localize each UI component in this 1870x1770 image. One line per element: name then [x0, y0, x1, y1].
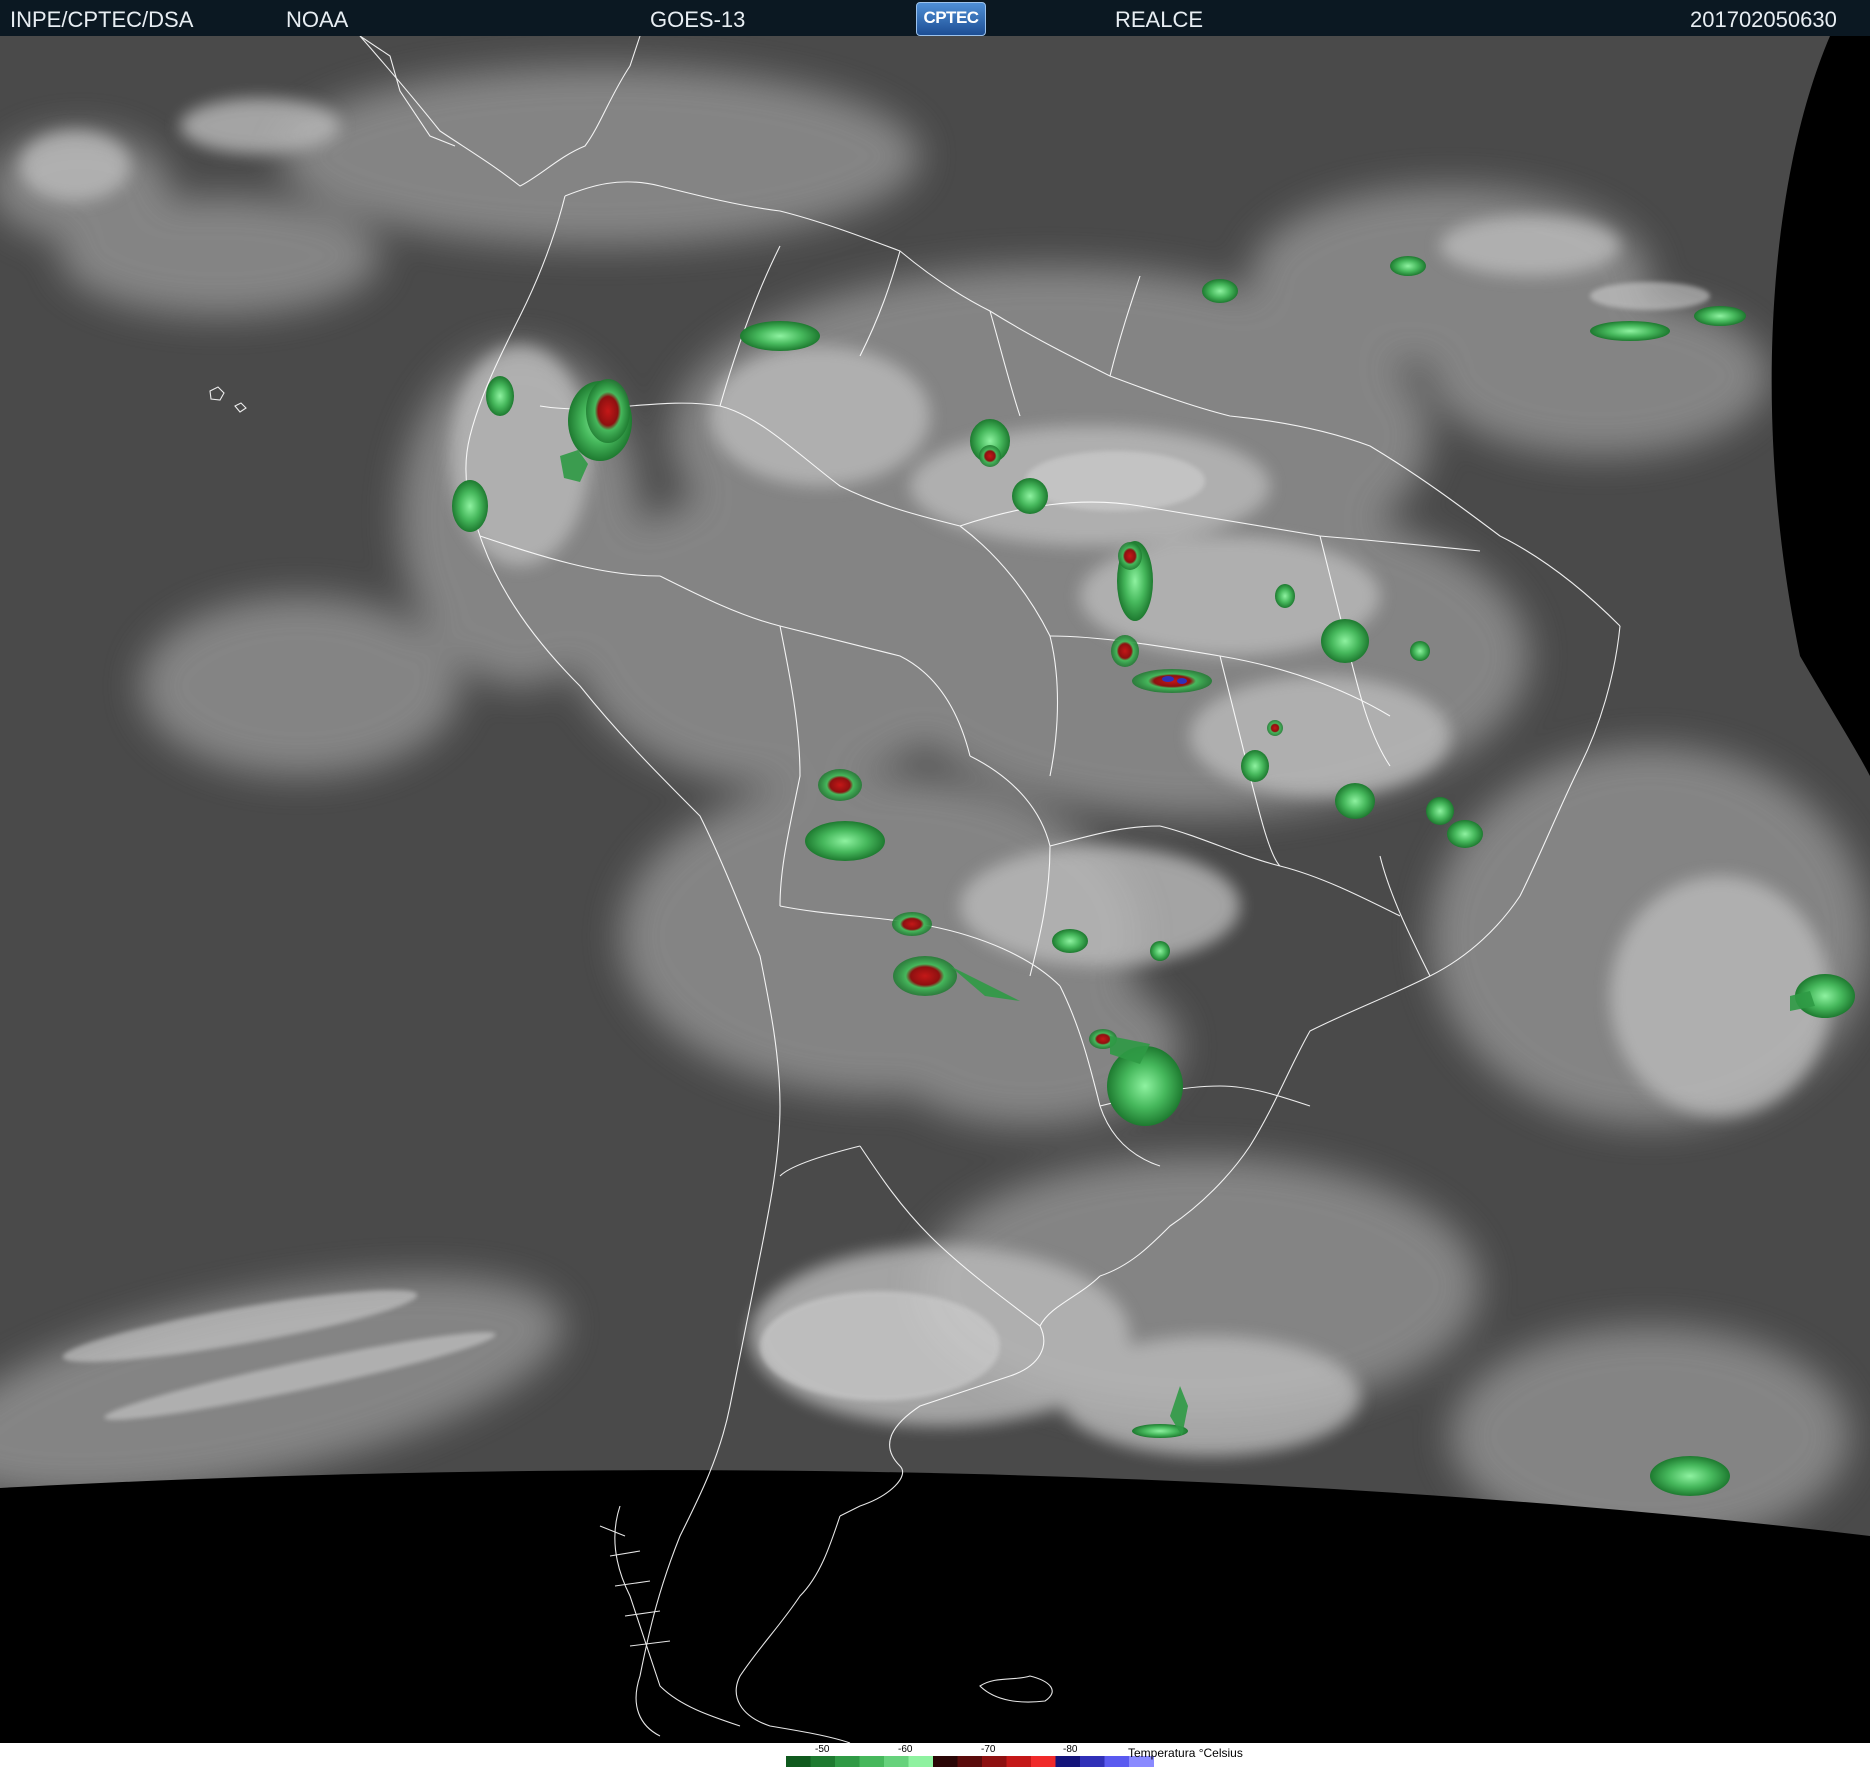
legend-swatch [1055, 1756, 1081, 1767]
product-label: REALCE [1115, 7, 1204, 32]
legend-swatch [982, 1756, 1007, 1767]
legend-swatch [1006, 1756, 1032, 1767]
legend-swatch [884, 1756, 909, 1767]
legend-swatch [810, 1756, 836, 1767]
legend-tick: -60 [898, 1744, 913, 1755]
cptec-logo: CPTEC [916, 2, 986, 36]
legend-tick: -80 [1063, 1744, 1078, 1755]
legend-tick: -70 [981, 1744, 996, 1755]
legend-bar: -50 -60 -70 -80 Temperatura °Celsius [0, 1743, 1870, 1770]
legend-swatch [908, 1756, 934, 1767]
legend-swatch [835, 1756, 860, 1767]
source-label: INPE/CPTEC/DSA [10, 7, 194, 32]
legend-swatch [786, 1756, 811, 1767]
satellite-label: GOES-13 [650, 7, 746, 32]
satellite-map [0, 35, 1870, 1744]
legend-swatch [957, 1756, 983, 1767]
space-south [0, 1470, 1870, 1743]
legend-swatch [859, 1756, 885, 1767]
image-header: INPE/CPTEC/DSA NOAA GOES-13 CPTEC REALCE… [0, 0, 1870, 36]
legend-swatch [933, 1756, 958, 1767]
legend-swatch [1031, 1756, 1056, 1767]
legend-title: Temperatura °Celsius [1128, 1746, 1243, 1760]
legend-swatch [1080, 1756, 1105, 1767]
legend-swatch [1104, 1756, 1130, 1767]
agency-label: NOAA [286, 7, 349, 32]
timestamp-label: 201702050630 [1690, 7, 1837, 32]
legend-tick: -50 [815, 1744, 830, 1755]
legend-color-scale [786, 1756, 1154, 1767]
